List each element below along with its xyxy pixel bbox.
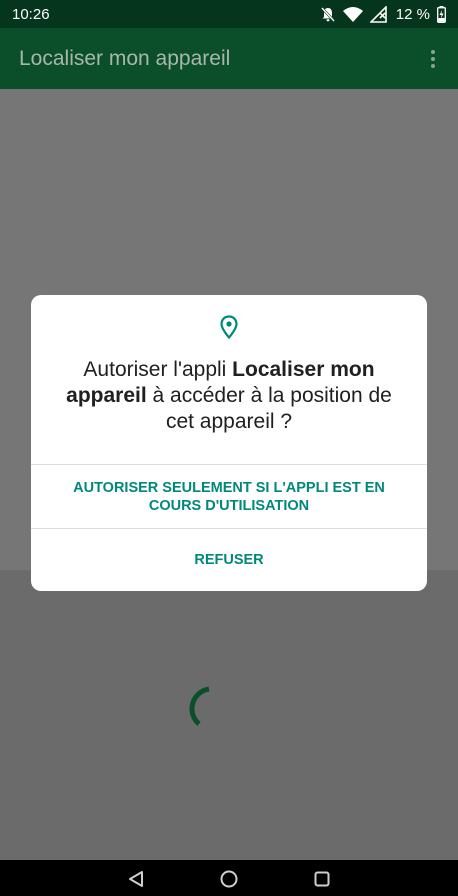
status-bar: 10:26 12 % [0, 0, 458, 28]
navigation-bar [0, 860, 458, 896]
screen: 10:26 12 % Localiser mon appareil Autori… [0, 0, 458, 860]
status-icons: 12 % [320, 5, 446, 23]
allow-while-using-button[interactable]: AUTORISER SEULEMENT SI L'APPLI EST EN CO… [31, 465, 427, 528]
recents-icon[interactable] [311, 868, 333, 890]
notifications-off-icon [320, 6, 336, 23]
app-title: Localiser mon appareil [19, 46, 231, 70]
battery-percentage: 12 % [395, 5, 430, 23]
signal-icon [369, 5, 387, 23]
home-icon[interactable] [218, 868, 240, 890]
message-suffix: à accéder à la position de cet appareil … [146, 384, 392, 433]
deny-button[interactable]: REFUSER [31, 529, 427, 591]
location-pin-icon [220, 315, 238, 339]
wifi-icon [342, 6, 363, 22]
dialog-message: Autoriser l'appli Localiser mon appareil… [51, 357, 407, 435]
more-vert-icon[interactable] [421, 47, 445, 71]
status-time: 10:26 [12, 5, 50, 23]
loading-spinner [189, 686, 210, 726]
battery-charging-icon [437, 5, 446, 23]
location-permission-dialog: Autoriser l'appli Localiser mon appareil… [31, 295, 427, 591]
app-bar: Localiser mon appareil [0, 28, 458, 89]
back-icon[interactable] [125, 868, 147, 890]
message-prefix: Autoriser l'appli [83, 358, 233, 381]
